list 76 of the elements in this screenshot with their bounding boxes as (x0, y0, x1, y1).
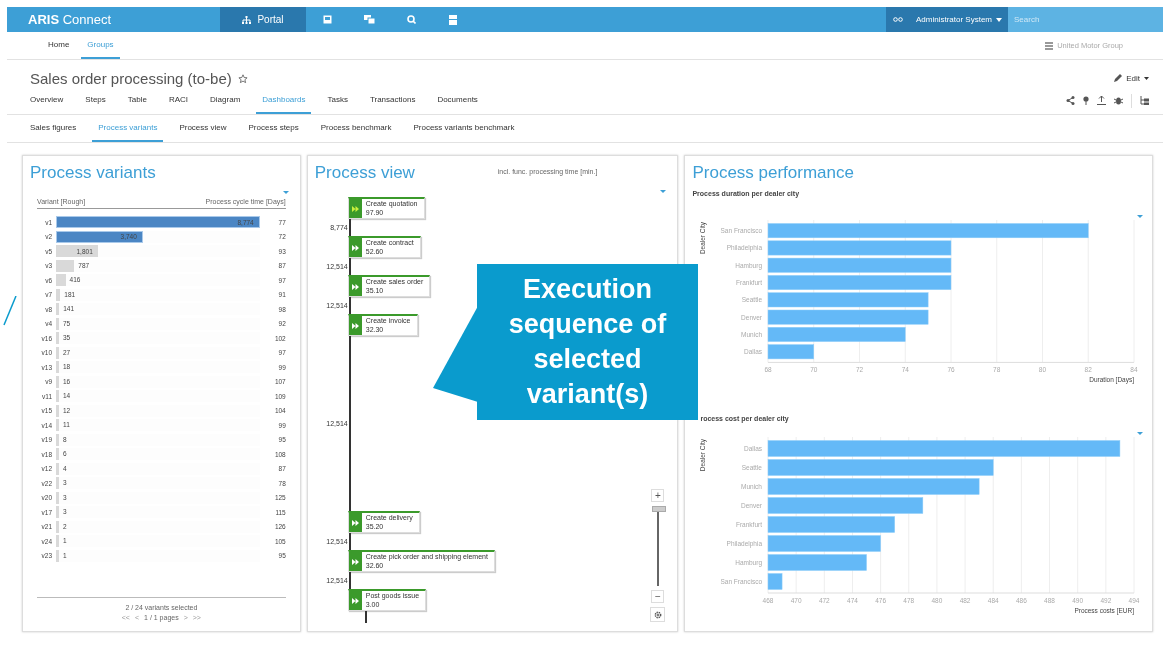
search-field[interactable]: Search (1008, 7, 1163, 32)
dropdown-caret-icon[interactable] (660, 190, 667, 193)
variant-bar[interactable] (56, 390, 59, 403)
variant-bar[interactable] (56, 375, 59, 388)
variant-bar[interactable] (56, 448, 59, 461)
panel-title: Process variants (30, 163, 156, 183)
variant-bar[interactable] (56, 433, 59, 446)
caret-icon (1144, 77, 1149, 80)
app-logo: ARIS Connect (27, 11, 113, 29)
portal-tab[interactable]: Portal (220, 7, 306, 32)
variant-bar[interactable] (56, 506, 59, 519)
play-forward-icon (351, 597, 359, 604)
subtab[interactable]: Process benchmark (314, 115, 398, 142)
upload-icon[interactable] (1097, 96, 1106, 105)
panel-title: Process performance (692, 163, 854, 183)
variant-bar[interactable] (56, 259, 75, 272)
share-icon[interactable] (1066, 96, 1075, 105)
variant-bar[interactable] (56, 404, 59, 417)
variant-bar[interactable] (56, 346, 59, 359)
infinity-icon[interactable] (892, 17, 903, 22)
tab[interactable]: Table (121, 87, 153, 114)
subtab[interactable]: Process steps (242, 115, 305, 142)
play-forward-icon (351, 283, 359, 290)
variant-bar[interactable] (56, 491, 59, 504)
variant-bar[interactable] (56, 274, 66, 287)
variant-bar[interactable] (56, 462, 59, 475)
dropdown-caret-icon[interactable] (1137, 432, 1144, 436)
variant-bar[interactable] (56, 549, 59, 562)
tab[interactable]: Diagram (204, 87, 247, 114)
play-forward-icon (351, 558, 359, 565)
variant-bar[interactable] (56, 535, 59, 548)
variant-bar[interactable] (56, 419, 59, 432)
play-forward-icon (351, 244, 359, 251)
pin-icon[interactable] (1083, 96, 1089, 105)
star-icon[interactable] (237, 73, 248, 84)
dropdown-caret-icon[interactable] (282, 191, 289, 194)
zoom-out-button[interactable]: − (651, 590, 665, 603)
tab[interactable]: Documents (431, 87, 484, 114)
tab[interactable]: Tasks (321, 87, 354, 114)
zoom-in-button[interactable]: + (651, 489, 665, 502)
pencil-icon (1113, 74, 1123, 83)
bug-icon[interactable] (1114, 96, 1123, 105)
page-title: Sales order processing (to-be) (30, 70, 232, 87)
play-forward-icon (351, 519, 359, 526)
settings-icon[interactable] (653, 610, 662, 619)
variant-bar[interactable] (56, 361, 59, 374)
list-icon[interactable] (449, 14, 457, 25)
zoom-slider-thumb[interactable] (651, 506, 666, 512)
document-icon[interactable] (322, 15, 332, 24)
tree-icon[interactable] (1140, 96, 1149, 105)
play-forward-icon (351, 205, 359, 212)
variant-bar[interactable] (56, 332, 59, 345)
user-menu[interactable]: Administrator System (909, 7, 1008, 32)
variant-bar[interactable] (56, 477, 59, 490)
play-forward-icon (351, 322, 359, 329)
subtab[interactable]: Process view (173, 115, 233, 142)
tab[interactable]: RACI (162, 87, 195, 114)
nav-link[interactable]: Home (42, 32, 76, 59)
variant-bar[interactable] (56, 288, 61, 301)
variant-bar[interactable] (56, 303, 60, 316)
tab[interactable]: Steps (79, 87, 112, 114)
caret-icon (996, 17, 1002, 22)
variant-bar[interactable] (56, 520, 59, 533)
tab[interactable]: Transactions (363, 87, 422, 114)
edit-button[interactable]: Edit (1126, 74, 1140, 83)
sitemap-icon (242, 15, 252, 24)
panel-title: Process view (314, 163, 415, 183)
chat-icon[interactable] (363, 15, 375, 24)
dropdown-caret-icon[interactable] (1137, 215, 1144, 218)
variant-bar[interactable] (56, 317, 59, 330)
search-icon[interactable] (406, 15, 416, 24)
connector-line (364, 611, 367, 623)
tab[interactable]: Overview (24, 87, 70, 114)
subtab[interactable]: Process variants benchmark (407, 115, 521, 142)
bar (768, 344, 815, 360)
subtab[interactable]: Sales figures (24, 115, 83, 142)
